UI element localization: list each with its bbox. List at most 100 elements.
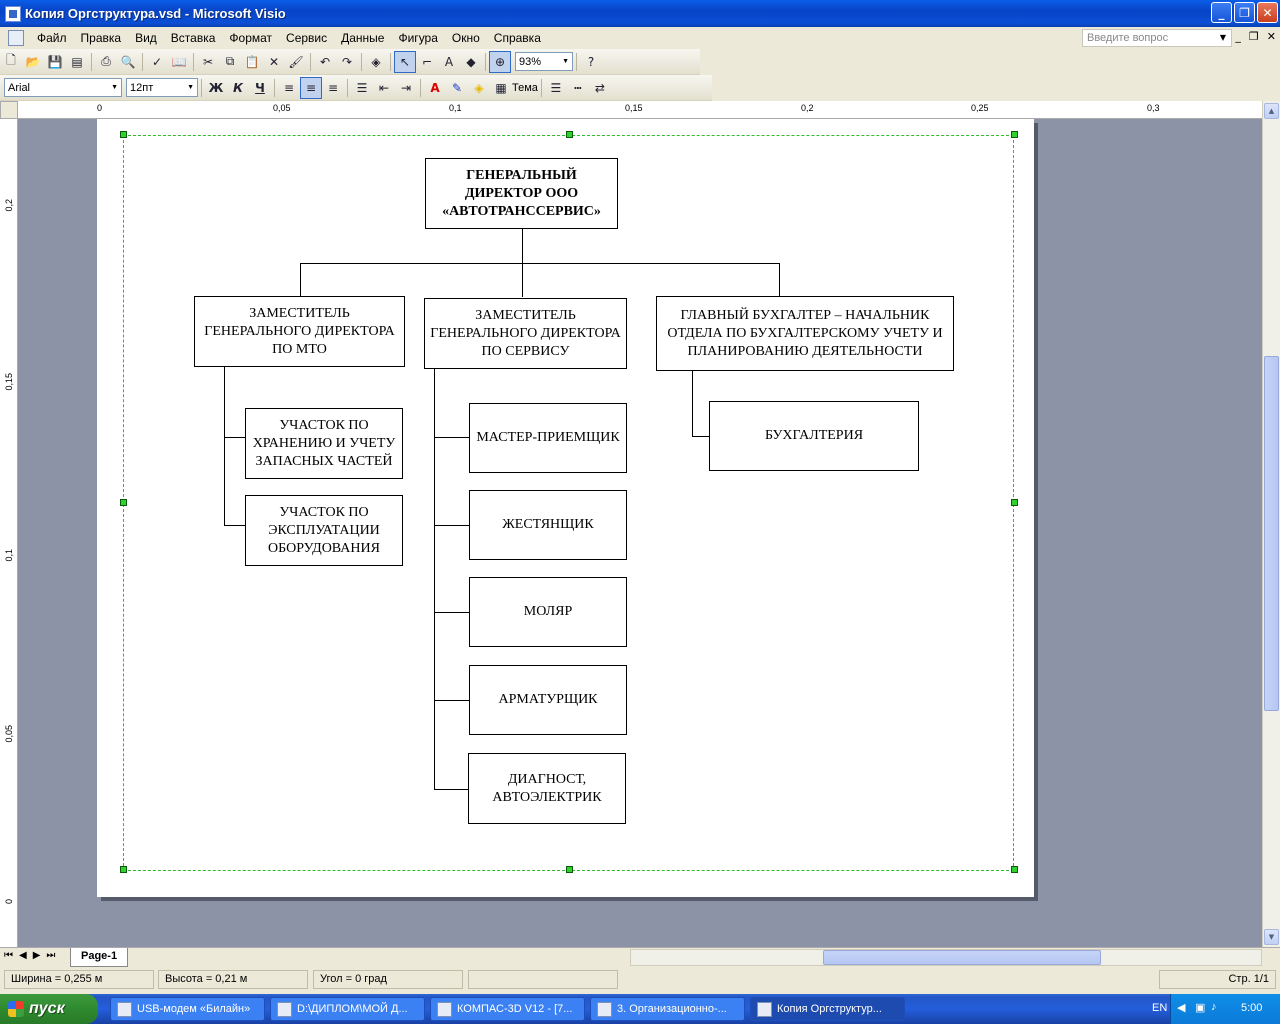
print-preview-icon[interactable]: 🔍 (117, 51, 139, 73)
last-page-icon[interactable]: ⏭ (46, 950, 55, 961)
org-box-service-unit[interactable]: АРМАТУРЩИК (469, 665, 627, 735)
line-weight-icon[interactable]: ☰ (545, 77, 567, 99)
underline-button[interactable]: Ч (249, 77, 271, 99)
print-icon[interactable]: ⎙ (95, 51, 117, 73)
italic-button[interactable]: К (227, 77, 249, 99)
text-tool-icon[interactable]: A (438, 51, 460, 73)
selection-handle[interactable] (120, 866, 127, 873)
delete-icon[interactable]: ✕ (263, 51, 285, 73)
permission-icon[interactable]: ▤ (66, 51, 88, 73)
save-icon[interactable]: 💾 (44, 51, 66, 73)
taskbar-item[interactable]: КОМПАС-3D V12 - [7... (430, 997, 585, 1021)
tab-page-1[interactable]: Page-1 (70, 948, 129, 967)
doc-minimize-button[interactable]: _ (1235, 30, 1241, 43)
menu-file[interactable]: Файл (30, 29, 74, 47)
theme-button[interactable]: Тема (512, 82, 538, 94)
menu-insert[interactable]: Вставка (164, 29, 223, 47)
org-box-accounting[interactable]: БУХГАЛТЕРИЯ (709, 401, 919, 471)
bullets-icon[interactable]: ☰ (351, 77, 373, 99)
connector-tool-icon[interactable]: ⌐ (416, 51, 438, 73)
spelling-icon[interactable]: ✓ (146, 51, 168, 73)
zoom-select[interactable]: 93% ▼ (515, 52, 573, 71)
ask-question-input[interactable]: Введите вопрос (1082, 29, 1232, 47)
font-color-icon[interactable]: A (424, 77, 446, 99)
drawing-page[interactable]: ГЕНЕРАЛЬНЫЙ ДИРЕКТОР ООО «АВТОТРАНССЕРВИ… (97, 119, 1034, 897)
align-right-icon[interactable]: ≡ (322, 77, 344, 99)
ask-dropdown-icon[interactable]: ▼ (1220, 33, 1226, 42)
research-icon[interactable]: 📖 (168, 51, 190, 73)
bold-button[interactable]: Ж (205, 77, 227, 99)
menu-tools[interactable]: Сервис (279, 29, 334, 47)
org-box-director[interactable]: ГЕНЕРАЛЬНЫЙ ДИРЕКТОР ООО «АВТОТРАНССЕРВИ… (425, 158, 618, 229)
ruler-corner[interactable] (0, 101, 18, 119)
cut-icon[interactable]: ✂ (197, 51, 219, 73)
scroll-down-icon[interactable]: ▼ (1264, 929, 1279, 945)
redo-icon[interactable]: ↷ (336, 51, 358, 73)
doc-close-button[interactable]: ✕ (1267, 30, 1276, 43)
line-color-icon[interactable]: ✎ (446, 77, 468, 99)
org-box-service-unit[interactable]: МАСТЕР-ПРИЕМЩИК (469, 403, 627, 473)
first-page-icon[interactable]: ⏮ (4, 950, 13, 961)
horizontal-scroll-thumb[interactable] (823, 950, 1101, 965)
vertical-scrollbar[interactable]: ▲ ▼ (1262, 101, 1280, 947)
start-button[interactable]: пуск (0, 994, 98, 1024)
clock[interactable]: 5:00 (1241, 1002, 1262, 1014)
pan-zoom-icon[interactable]: ⊕ (489, 50, 511, 73)
org-box-service-unit[interactable]: ДИАГНОСТ, АВТОЭЛЕКТРИК (468, 753, 626, 824)
vertical-scroll-thumb[interactable] (1264, 356, 1279, 711)
line-pattern-icon[interactable]: ┅ (567, 77, 589, 99)
new-icon[interactable]: 🗋 (0, 51, 22, 73)
paste-icon[interactable]: 📋 (241, 51, 263, 73)
menu-edit[interactable]: Правка (74, 29, 129, 47)
scroll-up-icon[interactable]: ▲ (1264, 103, 1279, 119)
org-box-service-unit[interactable]: МОЛЯР (469, 577, 627, 647)
align-left-icon[interactable]: ≡ (278, 77, 300, 99)
doc-restore-button[interactable]: ❐ (1249, 30, 1259, 43)
selection-handle[interactable] (1011, 499, 1018, 506)
menu-shape[interactable]: Фигура (391, 29, 444, 47)
selection-handle[interactable] (120, 499, 127, 506)
selection-handle[interactable] (566, 866, 573, 873)
selection-handle[interactable] (1011, 131, 1018, 138)
format-painter-icon[interactable]: 🖌 (285, 51, 307, 73)
decrease-indent-icon[interactable]: ⇤ (373, 77, 395, 99)
visio-app-icon[interactable] (5, 5, 21, 22)
menu-view[interactable]: Вид (128, 29, 164, 47)
next-page-icon[interactable]: ▶ (33, 950, 41, 961)
pointer-tool-icon[interactable]: ↖ (394, 50, 416, 73)
shapes-icon[interactable]: ◈ (365, 51, 387, 73)
taskbar-item[interactable]: USB-модем «Билайн» (110, 997, 265, 1021)
taskbar-item-active[interactable]: Копия Оргструктур... (750, 997, 905, 1021)
org-box-deputy-service[interactable]: ЗАМЕСТИТЕЛЬ ГЕНЕРАЛЬНОГО ДИРЕКТОРА ПО СЕ… (424, 298, 627, 369)
font-size-select[interactable]: 12пт ▼ (126, 78, 198, 97)
restore-button[interactable]: ❐ (1234, 2, 1255, 23)
taskbar-item[interactable]: D:\ДИПЛОМ\МОЙ Д... (270, 997, 425, 1021)
language-indicator[interactable]: EN (1152, 1002, 1167, 1014)
line-ends-icon[interactable]: ⇄ (589, 77, 611, 99)
prev-page-icon[interactable]: ◀ (19, 950, 27, 961)
menu-data[interactable]: Данные (334, 29, 391, 47)
org-box-service-unit[interactable]: ЖЕСТЯНЩИК (469, 490, 627, 560)
copy-icon[interactable]: ⧉ (219, 51, 241, 73)
fill-color-icon[interactable]: ◈ (468, 77, 490, 99)
increase-indent-icon[interactable]: ⇥ (395, 77, 417, 99)
align-center-icon[interactable]: ≡ (300, 76, 322, 99)
tray-network-icon[interactable]: ▣ (1195, 1001, 1205, 1014)
menu-format[interactable]: Формат (222, 29, 279, 47)
tray-back-icon[interactable]: ◀ (1177, 1001, 1185, 1014)
menu-window[interactable]: Окно (445, 29, 487, 47)
undo-icon[interactable]: ↶ (314, 51, 336, 73)
open-icon[interactable]: 📂 (22, 51, 44, 73)
tray-speaker-icon[interactable]: ♪ (1211, 1001, 1217, 1013)
font-select[interactable]: Arial ▼ (4, 78, 122, 97)
vertical-ruler[interactable]: 0,2 0,15 0,1 0,05 0 (0, 119, 18, 947)
selection-handle[interactable] (1011, 866, 1018, 873)
drawing-canvas[interactable]: ГЕНЕРАЛЬНЫЙ ДИРЕКТОР ООО «АВТОТРАНССЕРВИ… (18, 119, 1262, 947)
fill-shape-icon[interactable]: ◆ (460, 51, 482, 73)
org-box-chief-accountant[interactable]: ГЛАВНЫЙ БУХГАЛТЕР – НАЧАЛЬНИК ОТДЕЛА ПО … (656, 296, 954, 371)
org-box-mto-unit[interactable]: УЧАСТОК ПО ХРАНЕНИЮ И УЧЕТУ ЗАПАСНЫХ ЧАС… (245, 408, 403, 479)
menu-help[interactable]: Справка (487, 29, 548, 47)
horizontal-ruler[interactable]: 0 0,05 0,1 0,15 0,2 0,25 0,3 (18, 101, 1262, 119)
document-icon[interactable] (8, 30, 24, 46)
selection-handle[interactable] (566, 131, 573, 138)
